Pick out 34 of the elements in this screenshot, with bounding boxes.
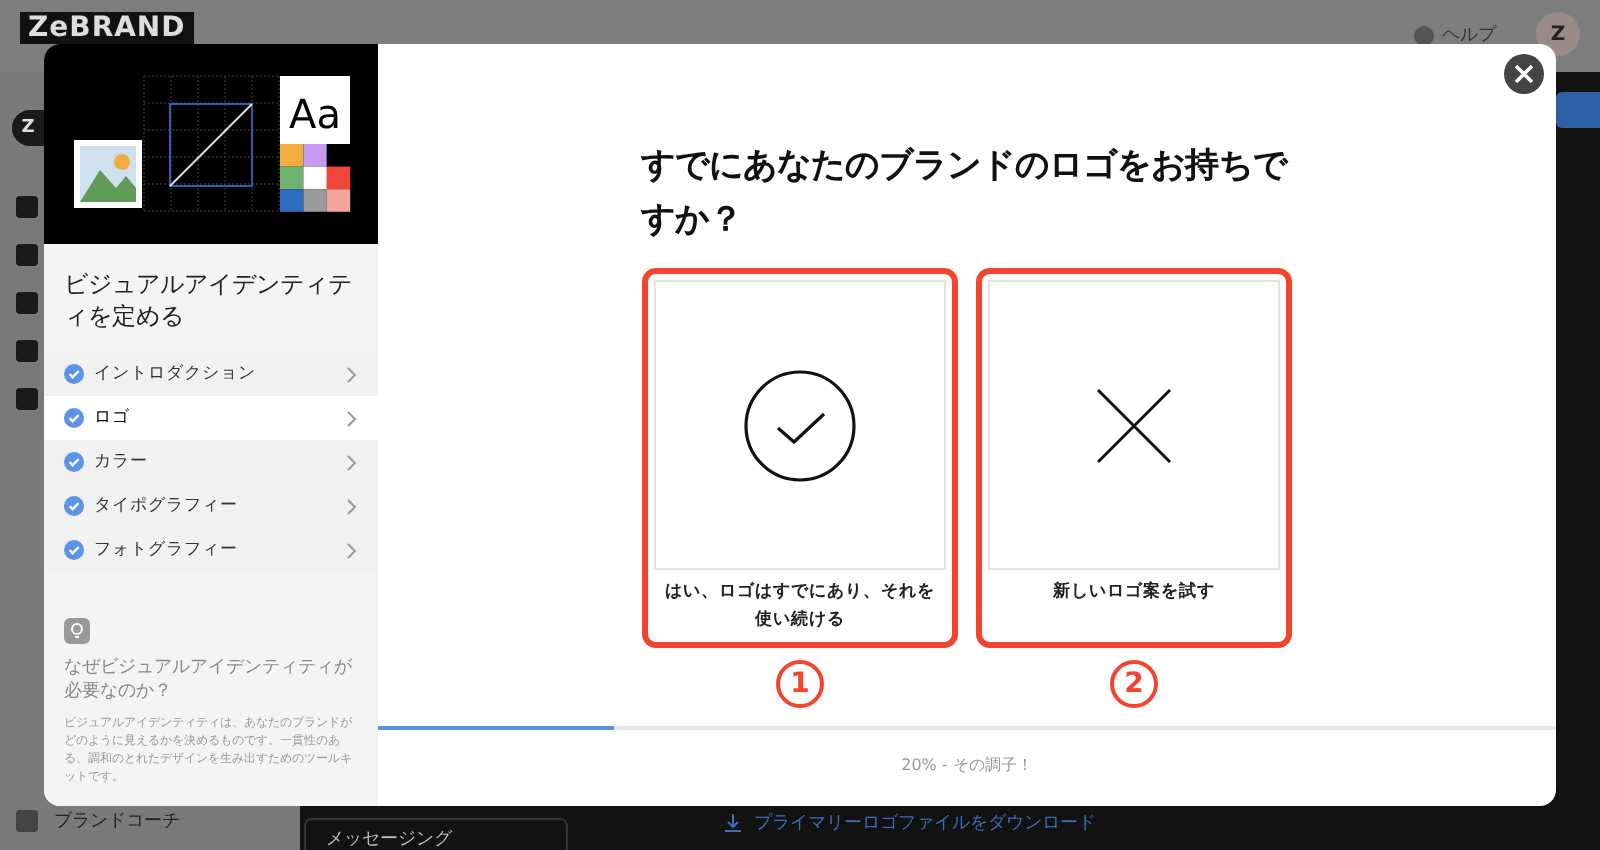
nav-icon[interactable]	[16, 196, 38, 218]
tip-title: なぜビジュアルアイデンティティが必要なのか？	[64, 655, 354, 706]
user-avatar[interactable]: Z	[1536, 12, 1580, 56]
section-title: ビジュアルアイデンティティを定める	[62, 268, 354, 335]
coach-icon[interactable]	[16, 810, 38, 832]
nav-icon[interactable]	[16, 292, 38, 314]
chevron-icon	[346, 541, 358, 560]
download-link[interactable]: プライマリーロゴファイルをダウンロード	[754, 810, 1096, 836]
nav-icon[interactable]	[16, 244, 38, 266]
chevron-icon	[346, 409, 358, 428]
number-marker: 2	[1110, 660, 1158, 709]
question-title: すでにあなたのブランドのロゴをお持ちですか？	[641, 144, 1291, 245]
help-icon[interactable]	[1414, 25, 1434, 45]
number-marker: 1	[776, 660, 824, 709]
chevron-icon	[346, 365, 358, 384]
check-circle-icon	[744, 369, 856, 482]
close-icon	[1514, 64, 1534, 84]
download-icon	[724, 814, 742, 832]
cross-icon	[1096, 387, 1172, 464]
brand-coach-link[interactable]: ブランドコーチ	[54, 808, 180, 834]
messaging-item[interactable]: メッセージング	[304, 818, 568, 850]
nav-icon[interactable]	[16, 388, 38, 410]
option-card[interactable]: はい、ロゴはすでにあり、それを使い続ける	[642, 268, 958, 649]
nav-icon[interactable]	[16, 340, 38, 362]
chevron-icon	[346, 497, 358, 516]
chevron-icon	[346, 453, 358, 472]
workspace-avatar[interactable]: Z	[12, 110, 44, 146]
illustration-drawing: Aa	[44, 44, 378, 244]
step-item[interactable]: ロゴ	[44, 396, 378, 441]
brand-logo[interactable]: ZeBRAND	[20, 12, 194, 44]
option-card[interactable]: 新しいロゴ案を試す	[976, 268, 1292, 649]
progress-text: 20% - その調子！	[901, 754, 1033, 777]
lightbulb-icon	[64, 617, 90, 644]
close-button[interactable]	[1504, 54, 1544, 94]
